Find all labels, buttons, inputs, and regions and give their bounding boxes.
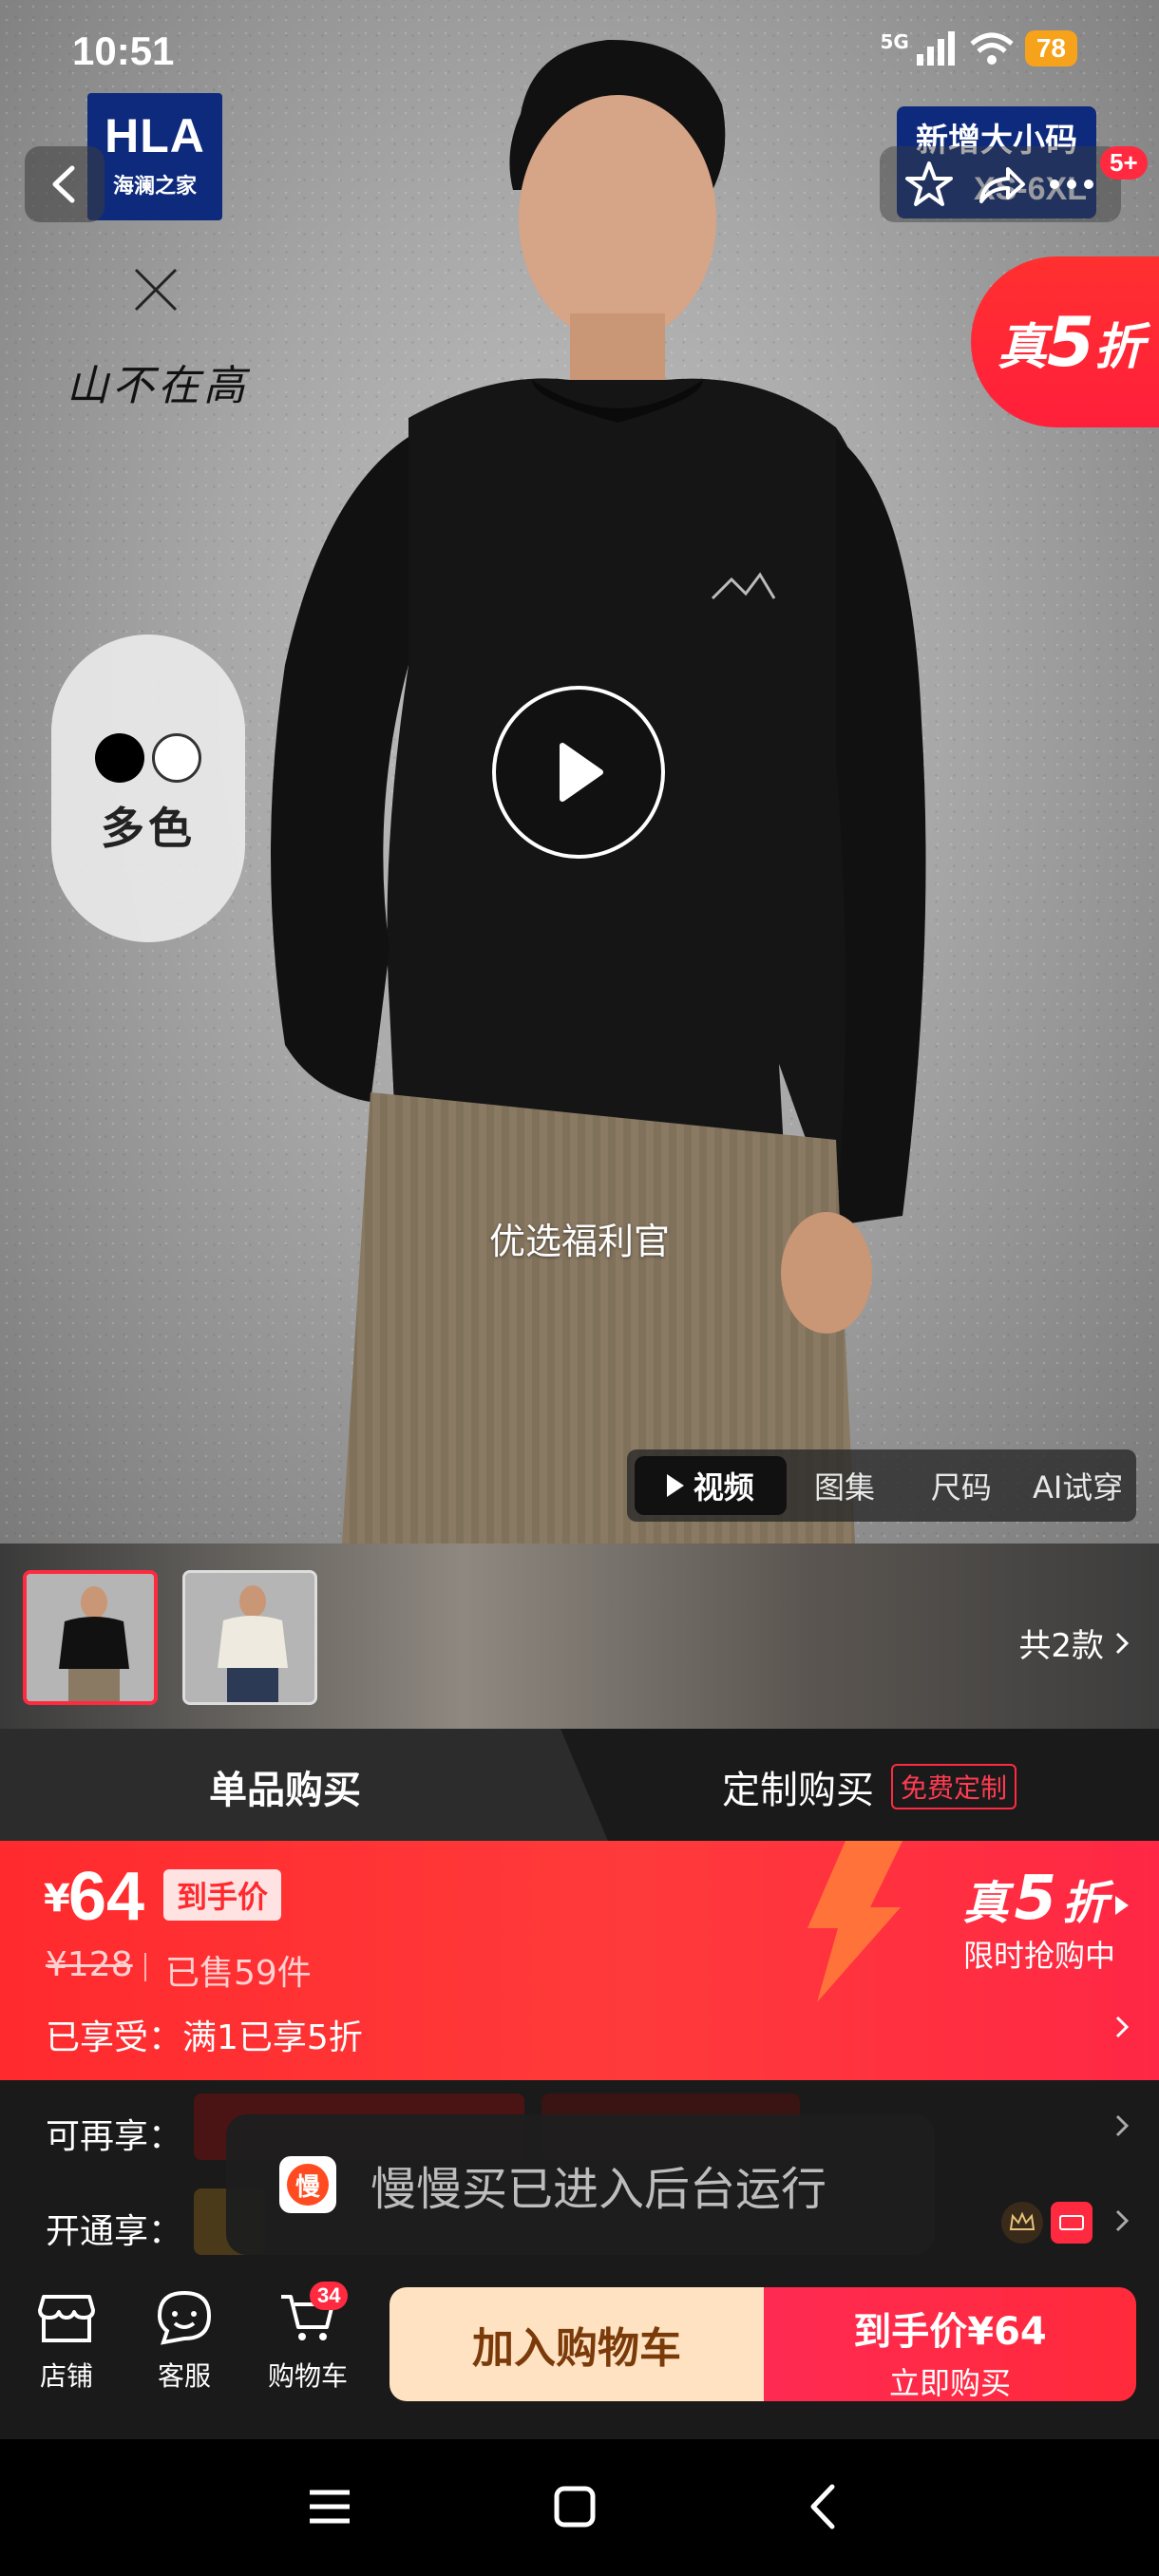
buy-now-button[interactable]: 到手价¥64 立即购买 — [764, 2287, 1136, 2401]
tab-custom-purchase[interactable]: 定制购买 免费定制 — [722, 1759, 1017, 1814]
product-hero[interactable]: 10:51 5G 78 HLA 海澜之家 山不在高 新增大小码 XS-6XL 5… — [0, 0, 1159, 1544]
share-icon[interactable] — [974, 158, 1027, 211]
buy-now-price: 到手价¥64 — [853, 2310, 1047, 2354]
service-label: 客服 — [157, 2360, 211, 2392]
chevron-right-icon[interactable] — [1113, 2014, 1130, 2040]
cart-button[interactable]: 34 购物车 — [251, 2282, 365, 2394]
video-caption: 优选福利官 — [488, 1221, 670, 1262]
chevron-right-icon — [1115, 2114, 1130, 2137]
home-icon[interactable] — [551, 2483, 598, 2530]
tab-single-purchase-label: 单品购买 — [209, 1769, 361, 1812]
back-icon[interactable] — [800, 2483, 847, 2530]
discount-prefix: 真 — [998, 318, 1048, 376]
brand-logo-subtext: 海澜之家 — [112, 175, 197, 199]
flash-sale-title[interactable]: 真 5 折 — [962, 1864, 1130, 1934]
discount-number: 5 — [1047, 302, 1095, 382]
bottom-action-bar: 店铺 客服 34 购物车 加入购物车 到手价¥64 立即购买 — [0, 2270, 1159, 2439]
notification-badge: 5+ — [1100, 146, 1148, 180]
tab-gallery[interactable]: 图集 — [787, 1464, 903, 1507]
tab-ai-tryon[interactable]: AI试穿 — [1019, 1464, 1136, 1507]
lightning-decoration — [808, 1841, 902, 2002]
signal-icon — [916, 31, 955, 66]
flash-suffix: 折 — [1061, 1877, 1108, 1930]
tab-size[interactable]: 尺码 — [902, 1464, 1019, 1507]
flash-sale-subtitle: 限时抢购中 — [962, 1938, 1115, 1974]
toast-message: 慢慢买已进入后台运行 — [370, 2163, 827, 2216]
background-toast: 慢 慢慢买已进入后台运行 — [226, 2114, 935, 2255]
battery-level: 78 — [1024, 30, 1077, 66]
add-to-cart-button[interactable]: 加入购物车 — [390, 2287, 764, 2401]
swatch-white[interactable] — [152, 733, 201, 783]
color-picker[interactable]: 多色 — [51, 635, 245, 942]
play-small-icon — [666, 1474, 684, 1497]
system-navigation-bar — [0, 2439, 1159, 2576]
customer-service-button[interactable]: 客服 — [127, 2289, 241, 2394]
chevron-right-icon — [1115, 2209, 1130, 2232]
variant-thumb-black[interactable] — [23, 1570, 158, 1705]
flash-prefix: 真 — [962, 1877, 1009, 1930]
flash-number: 5 — [1014, 1864, 1056, 1934]
promo-enjoyed: 已享受：满1已享5折 — [46, 2018, 363, 2057]
menu-icon[interactable] — [306, 2483, 353, 2530]
discount-flag: 真 5 折 — [971, 256, 1159, 427]
cart-label: 购物车 — [267, 2360, 348, 2392]
variant-count-label: 共2款 — [1018, 1627, 1104, 1665]
store-label: 店铺 — [39, 2360, 93, 2392]
variant-count-link[interactable]: 共2款 — [1018, 1619, 1130, 1666]
final-price: 64 — [68, 1859, 145, 1935]
variant-thumb-white[interactable] — [182, 1570, 317, 1705]
store-icon — [38, 2295, 95, 2342]
swatch-black[interactable] — [95, 733, 144, 783]
benefit-membership-label: 开通享： — [46, 2212, 183, 2251]
more-icon[interactable] — [1045, 158, 1098, 211]
tab-single-purchase[interactable]: 单品购买 — [0, 1729, 608, 1841]
benefit-more-label: 可再享： — [46, 2117, 183, 2156]
cobrand-logo: 山不在高 — [66, 362, 249, 410]
brand-logo: HLA 海澜之家 — [87, 93, 222, 220]
price-currency: ¥ — [44, 1877, 70, 1921]
sold-count: 已售59件 — [165, 1954, 312, 1993]
favorite-star-icon[interactable] — [902, 158, 956, 211]
final-price-tag: 到手价 — [163, 1869, 282, 1921]
back-button[interactable] — [25, 146, 104, 222]
variant-black-image — [27, 1574, 154, 1701]
tab-custom-purchase-label: 定制购买 — [722, 1769, 874, 1812]
status-icons: 5G 78 — [880, 30, 1077, 66]
free-custom-badge: 免费定制 — [891, 1764, 1017, 1809]
price-divider — [144, 1953, 146, 1981]
status-time: 10:51 — [72, 28, 175, 73]
tab-video[interactable]: 视频 — [635, 1456, 787, 1515]
play-video-button[interactable] — [492, 686, 665, 859]
crown-icon — [1001, 2202, 1043, 2244]
variant-strip: 共2款 — [0, 1544, 1159, 1729]
status-bar: 10:51 5G 78 — [0, 0, 1159, 104]
app-icon-glyph: 慢 — [287, 2164, 329, 2206]
card-icon — [1051, 2202, 1092, 2244]
play-right-icon — [1115, 1896, 1129, 1915]
variant-white-image — [185, 1573, 314, 1702]
buy-mode-tabs: 单品购买 定制购买 免费定制 — [0, 1729, 1159, 1841]
play-icon — [560, 743, 603, 802]
brand-logo-text: HLA — [104, 109, 205, 162]
store-button[interactable]: 店铺 — [10, 2289, 124, 2394]
network-type: 5G — [880, 30, 909, 53]
service-chat-icon — [157, 2290, 212, 2345]
cart-count-badge: 34 — [310, 2282, 349, 2310]
discount-suffix: 折 — [1094, 318, 1145, 376]
tab-video-label: 视频 — [693, 1469, 754, 1506]
buy-now-label: 立即购买 — [888, 2365, 1011, 2401]
chevron-left-icon — [52, 165, 75, 203]
header-actions — [880, 146, 1121, 222]
collab-cross-icon — [134, 268, 178, 312]
membership-icons — [1001, 2202, 1092, 2244]
app-icon: 慢 — [279, 2156, 336, 2213]
media-tabs: 视频 图集 尺码 AI试穿 — [627, 1449, 1136, 1522]
chevron-right-icon — [1115, 1632, 1130, 1654]
wifi-icon — [970, 32, 1014, 65]
price-banner[interactable]: ¥ 64 到手价 ¥128 已售59件 已享受：满1已享5折 真 5 折 限时抢… — [0, 1841, 1159, 2080]
original-price: ¥128 — [46, 1945, 133, 1984]
color-picker-label: 多色 — [101, 803, 196, 854]
